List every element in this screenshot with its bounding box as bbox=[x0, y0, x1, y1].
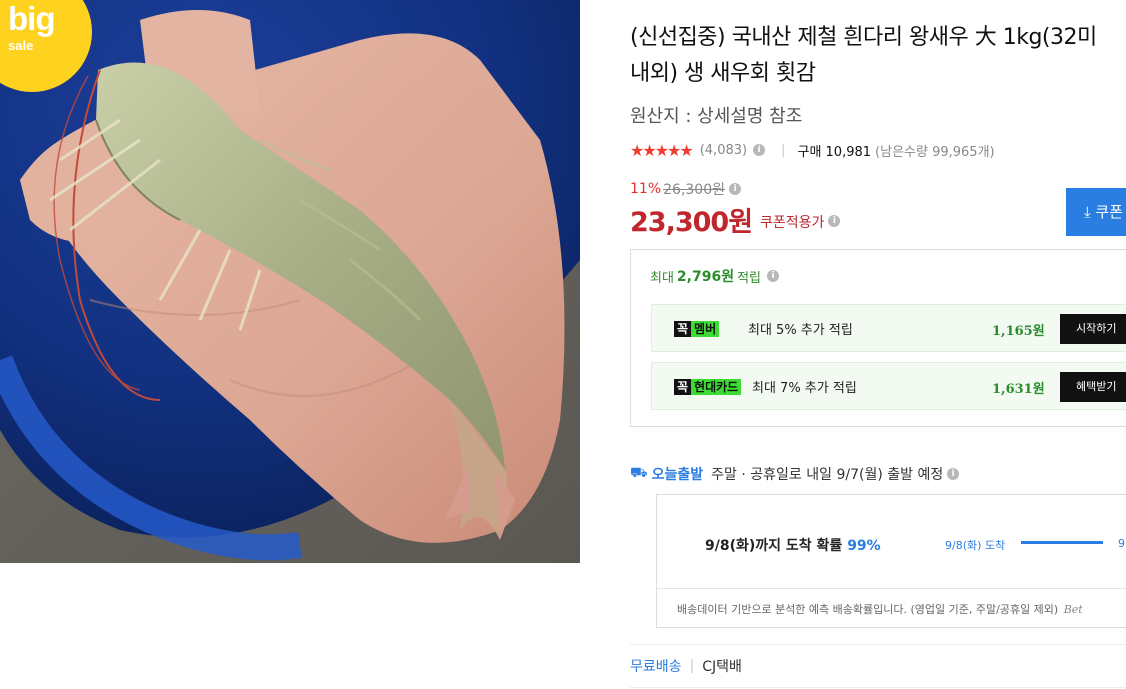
coupon-download-button[interactable]: ⤓ 쿠폰 bbox=[1066, 188, 1126, 236]
divider bbox=[630, 687, 1126, 688]
shipping-method-row: 무료배송 | CJ택배 bbox=[630, 656, 742, 676]
tag-name: 멤버 bbox=[691, 321, 720, 337]
coupon-applied-label: 쿠폰적용가 bbox=[760, 214, 825, 231]
reward-row-member: 꼭 멤버 최대 5% 추가 적립 1,165원 시작하기 bbox=[651, 304, 1126, 352]
delivery-note: 배송데이터 기반으로 분석한 예측 배송확률입니다. (영업일 기준, 주말/공… bbox=[677, 601, 1083, 617]
coupon-button-label: 쿠폰 bbox=[1095, 203, 1124, 221]
arrival-probability: 9/8(화)까지 도착 확률 99% bbox=[705, 535, 881, 555]
rating-row: ★★★★★ (4,083) i | 구매 10,981 (남은수량 99,965… bbox=[630, 140, 995, 160]
discount-percent: 11% bbox=[630, 181, 662, 197]
carrier-name: CJ택배 bbox=[702, 659, 742, 675]
product-photo-art bbox=[0, 0, 580, 563]
discount-row: 11% 26,300원 i bbox=[630, 179, 741, 199]
remaining-stock: (남은수량 99,965개) bbox=[875, 144, 995, 160]
purchase-count: 구매 10,981 bbox=[797, 144, 872, 160]
info-icon[interactable]: i bbox=[828, 215, 841, 227]
arrival-next-label: 9 bbox=[1118, 537, 1125, 550]
divider: | bbox=[781, 142, 786, 158]
today-shipping-label: 오늘출발 bbox=[651, 467, 704, 483]
tag-name: 현대카드 bbox=[691, 379, 742, 395]
reward-amount: 1,631원 bbox=[992, 382, 1045, 397]
tag-k: 꼭 bbox=[674, 379, 692, 395]
reward-desc: 최대 5% 추가 적립 bbox=[748, 323, 853, 338]
reward-desc: 최대 7% 추가 적립 bbox=[752, 381, 857, 396]
delivery-brand: Bet bbox=[1063, 603, 1083, 616]
divider bbox=[630, 644, 1126, 645]
rewards-suffix: 적립 bbox=[737, 270, 762, 286]
review-count[interactable]: (4,083) bbox=[700, 143, 747, 158]
final-price: 23,300원 bbox=[630, 207, 753, 238]
info-icon[interactable]: i bbox=[729, 183, 741, 195]
today-shipping-text: 주말 · 공휴일로 내일 9/7(월) 출발 예정 bbox=[711, 467, 944, 483]
info-icon[interactable]: i bbox=[947, 468, 960, 480]
arrival-prefix: 9/8(화)까지 도착 확률 bbox=[705, 538, 843, 554]
rewards-prefix: 최대 bbox=[650, 270, 674, 286]
rewards-amount: 2,796원 bbox=[676, 269, 735, 285]
origin-info: 원산지 : 상세설명 참조 bbox=[630, 106, 803, 127]
divider: | bbox=[689, 658, 695, 674]
card-tag: 꼭 현대카드 bbox=[674, 379, 742, 395]
info-icon[interactable]: i bbox=[767, 270, 780, 282]
divider bbox=[657, 588, 1126, 589]
info-icon[interactable]: i bbox=[753, 144, 766, 156]
product-image[interactable] bbox=[0, 0, 580, 563]
reward-amount: 1,165원 bbox=[992, 324, 1045, 339]
benefit-button[interactable]: 혜택받기 bbox=[1060, 372, 1126, 402]
delivery-note-text: 배송데이터 기반으로 분석한 예측 배송확률입니다. (영업일 기준, 주말/공… bbox=[677, 603, 1059, 616]
start-button[interactable]: 시작하기 bbox=[1060, 314, 1126, 344]
star-rating: ★★★★★ bbox=[630, 140, 694, 160]
reward-row-card: 꼭 현대카드 최대 7% 추가 적립 1,631원 혜택받기 bbox=[651, 362, 1126, 410]
badge-big-text: big bbox=[8, 0, 55, 37]
badge-sale-text: sale bbox=[8, 38, 34, 53]
arrival-bar bbox=[1021, 541, 1103, 544]
today-shipping-row: ⛟ 오늘출발 주말 · 공휴일로 내일 9/7(월) 출발 예정 i bbox=[630, 464, 960, 484]
original-price: 26,300원 bbox=[663, 182, 725, 198]
arrival-date-label: 9/8(화) 도착 bbox=[945, 539, 1006, 552]
price-row: 23,300원 쿠폰적용가 i bbox=[630, 200, 841, 239]
arrival-percent: 99% bbox=[847, 538, 881, 554]
member-tag: 꼭 멤버 bbox=[674, 321, 720, 337]
rewards-header: 최대 2,796원 적립 i bbox=[650, 266, 780, 286]
tag-k: 꼭 bbox=[674, 321, 692, 337]
truck-icon: ⛟ bbox=[630, 465, 648, 481]
free-shipping: 무료배송 bbox=[630, 659, 682, 675]
product-title: (신선집중) 국내산 제철 흰다리 왕새우 大 1kg(32미 내외) 생 새우… bbox=[630, 25, 1097, 86]
download-icon: ⤓ bbox=[1084, 203, 1091, 221]
